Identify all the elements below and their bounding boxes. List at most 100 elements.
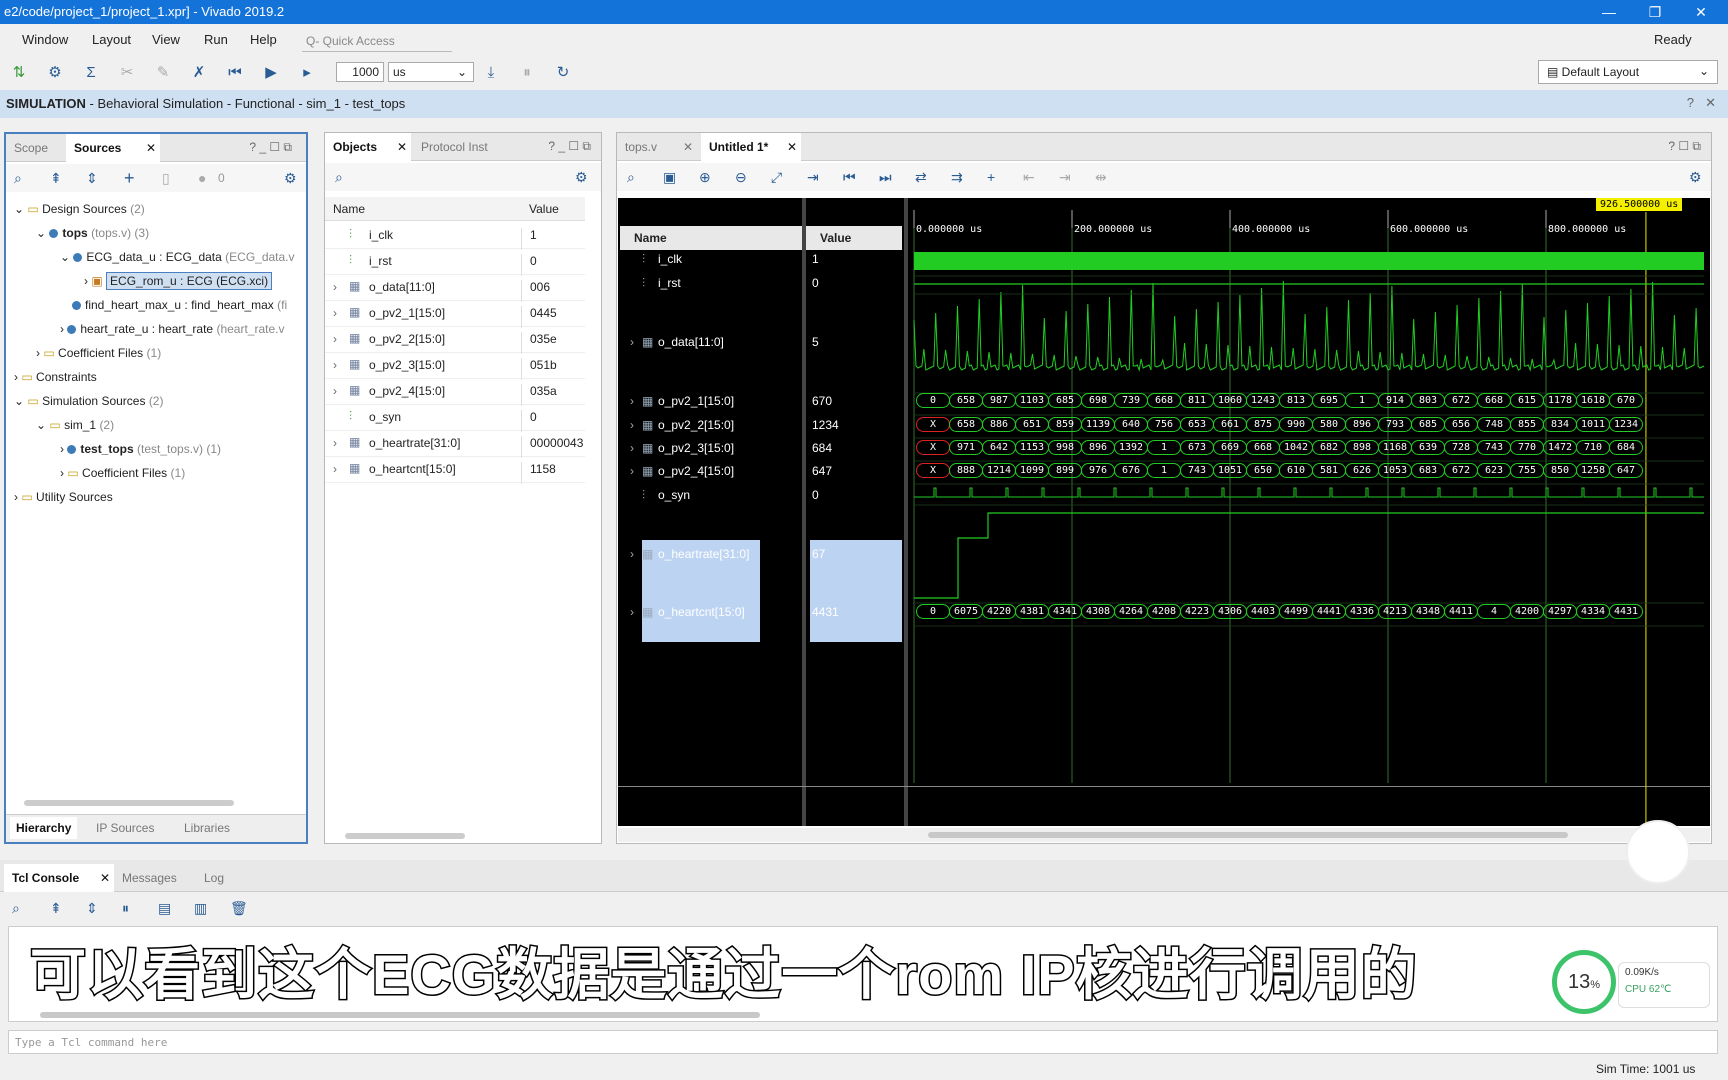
- quick-access-input[interactable]: Q- Quick Access: [302, 28, 452, 52]
- go-to-start-icon[interactable]: ⏮: [843, 169, 856, 186]
- horizontal-scrollbar[interactable]: [345, 833, 465, 839]
- close-button[interactable]: ✕: [1690, 2, 1712, 22]
- object-row[interactable]: ⫶ o_syn 0: [325, 405, 585, 432]
- copy-icon[interactable]: ▤: [158, 900, 171, 917]
- expand-icon[interactable]: ›: [333, 462, 337, 476]
- object-row[interactable]: ⫶ i_rst 0: [325, 249, 585, 276]
- expand-icon[interactable]: ›: [333, 358, 337, 372]
- layout-select[interactable]: ▤ Default Layout ⌄: [1538, 60, 1718, 84]
- restore-button[interactable]: ❐: [1644, 2, 1666, 22]
- tree-constraints[interactable]: › ▭ Constraints: [14, 370, 97, 392]
- close-icon[interactable]: ✕: [787, 140, 797, 154]
- menu-layout[interactable]: Layout: [92, 32, 131, 47]
- waveform-viewer[interactable]: Name Value ⫶ i_clk 1 ⫶ i_rst 0 › ▦ o_data[11:0] 5…: [618, 198, 1710, 826]
- expand-icon[interactable]: ›: [333, 280, 337, 294]
- pause-icon[interactable]: ⏸: [122, 900, 129, 917]
- help-icon[interactable]: ?: [1687, 95, 1694, 110]
- tab-untitled-1[interactable]: Untitled 1* ✕: [701, 133, 801, 161]
- columns-icon[interactable]: ▥: [194, 900, 207, 917]
- wave-signal-name[interactable]: › ▦ o_pv2_2[15:0]: [630, 418, 734, 432]
- tab-libraries[interactable]: Libraries: [178, 817, 236, 839]
- tree-utility-sources[interactable]: › ▭ Utility Sources: [14, 490, 113, 512]
- tree-coefficient-files-2[interactable]: › ▭ Coefficient Files (1): [60, 466, 185, 488]
- settings-icon[interactable]: ⚙: [44, 62, 66, 84]
- tree-sim1[interactable]: ⌄ ▭ sim_1 (2): [36, 418, 114, 440]
- menu-run[interactable]: Run: [204, 32, 228, 47]
- object-row[interactable]: › ▦ o_pv2_1[15:0] 0445: [325, 301, 585, 328]
- close-icon[interactable]: ✕: [397, 140, 407, 154]
- minimize-button[interactable]: —: [1598, 2, 1620, 22]
- wave-signal-name[interactable]: › ▦ o_heartcnt[15:0]: [630, 605, 745, 619]
- expand-all-icon[interactable]: ⇕: [86, 170, 98, 187]
- gear-icon[interactable]: ⚙: [575, 169, 588, 186]
- expand-icon[interactable]: ›: [333, 436, 337, 450]
- flow-navigator-icon[interactable]: ⇅: [8, 62, 30, 84]
- wave-signal-name[interactable]: › ▦ o_pv2_4[15:0]: [630, 464, 734, 478]
- zoom-out-icon[interactable]: ⊖: [735, 169, 747, 186]
- run-for-icon[interactable]: ▸: [296, 62, 318, 84]
- relaunch-icon[interactable]: ↻: [552, 62, 574, 84]
- wave-signal-name[interactable]: › ▦ o_heartrate[31:0]: [630, 547, 749, 561]
- search-icon[interactable]: ⌕: [335, 169, 343, 186]
- search-icon[interactable]: ⌕: [14, 170, 22, 187]
- wave-signal-name[interactable]: ⫶ i_clk: [642, 252, 682, 266]
- sigma-icon[interactable]: Σ: [80, 62, 102, 84]
- column-divider[interactable]: [904, 198, 908, 826]
- tree-design-sources[interactable]: ⌄ ▭ Design Sources (2): [14, 202, 145, 224]
- object-row[interactable]: › ▦ o_pv2_3[15:0] 051b: [325, 353, 585, 380]
- swap-cursors-icon[interactable]: ⇄: [915, 169, 927, 186]
- expand-icon[interactable]: ›: [630, 464, 634, 478]
- tree-coefficient-files[interactable]: › ▭ Coefficient Files (1): [36, 346, 161, 368]
- tree-heart-rate[interactable]: › heart_rate_u : heart_rate (heart_rate.…: [60, 322, 285, 344]
- wave-signal-name[interactable]: › ▦ o_pv2_1[15:0]: [630, 394, 734, 408]
- panel-controls[interactable]: ? _ ☐ ⧉: [249, 140, 292, 155]
- expand-all-icon[interactable]: ⇕: [86, 900, 98, 917]
- tcl-command-input[interactable]: Type a Tcl command here: [8, 1030, 1718, 1054]
- step-icon[interactable]: ⤓: [480, 62, 502, 84]
- object-row[interactable]: › ▦ o_pv2_4[15:0] 035a: [325, 379, 585, 406]
- expand-icon[interactable]: ›: [333, 306, 337, 320]
- trash-icon[interactable]: 🗑: [230, 900, 248, 917]
- tree-ecg-data[interactable]: ⌄ ECG_data_u : ECG_data (ECG_data.v: [60, 250, 295, 272]
- time-unit-select[interactable]: us ⌄: [388, 62, 474, 82]
- column-divider[interactable]: [802, 198, 806, 826]
- menu-help[interactable]: Help: [250, 32, 277, 47]
- run-all-icon[interactable]: ▶: [260, 62, 282, 84]
- add-icon[interactable]: +: [124, 168, 135, 189]
- tree-ecg-rom[interactable]: › ▣ ECG_rom_u : ECG (ECG.xci): [84, 272, 273, 296]
- horizontal-scrollbar[interactable]: [928, 832, 1568, 838]
- panel-controls[interactable]: ? ☐ ⧉: [1668, 139, 1701, 154]
- object-row[interactable]: › ▦ o_data[11:0] 006: [325, 275, 585, 302]
- go-to-end-icon[interactable]: ⏭: [879, 169, 892, 186]
- cross-probe-icon[interactable]: ✗: [188, 62, 210, 84]
- tab-sources[interactable]: Sources ✕: [66, 134, 160, 162]
- menu-window[interactable]: Window: [22, 32, 68, 47]
- tab-ip-sources[interactable]: IP Sources: [90, 817, 160, 839]
- wave-signal-name[interactable]: ⫶ i_rst: [642, 276, 681, 290]
- horizontal-scrollbar[interactable]: [40, 1012, 760, 1018]
- object-row[interactable]: ⫶ i_clk 1: [325, 223, 585, 250]
- run-time-input[interactable]: 1000: [336, 62, 384, 82]
- wave-signal-name[interactable]: › ▦ o_pv2_3[15:0]: [630, 441, 734, 455]
- panel-controls[interactable]: ? _ ☐ ⧉: [548, 139, 591, 154]
- close-icon[interactable]: ✕: [683, 140, 693, 154]
- object-row[interactable]: › ▦ o_heartcnt[15:0] 1158: [325, 457, 585, 484]
- wave-signal-name[interactable]: ⫶ o_syn: [642, 488, 690, 502]
- expand-icon[interactable]: ›: [333, 332, 337, 346]
- search-icon[interactable]: ⌕: [12, 900, 20, 917]
- tab-protocol-inst[interactable]: Protocol Inst: [413, 133, 496, 161]
- expand-icon[interactable]: ›: [333, 384, 337, 398]
- save-icon[interactable]: ▣: [663, 169, 676, 186]
- object-row[interactable]: › ▦ o_pv2_2[15:0] 035e: [325, 327, 585, 354]
- wave-signal-name[interactable]: › ▦ o_data[11:0]: [630, 335, 724, 349]
- tree-test-tops[interactable]: › test_tops (test_tops.v) (1): [60, 442, 221, 464]
- tab-messages[interactable]: Messages: [114, 864, 185, 892]
- tab-objects[interactable]: Objects ✕: [325, 133, 411, 161]
- zoom-in-icon[interactable]: ⊕: [699, 169, 711, 186]
- horizontal-scrollbar[interactable]: [24, 800, 234, 806]
- snap-transition-icon[interactable]: ⇉: [951, 169, 963, 186]
- tree-simulation-sources[interactable]: ⌄ ▭ Simulation Sources (2): [14, 394, 163, 416]
- search-icon[interactable]: ⌕: [627, 169, 635, 186]
- close-icon[interactable]: ✕: [1705, 95, 1716, 111]
- gear-icon[interactable]: ⚙: [284, 170, 297, 187]
